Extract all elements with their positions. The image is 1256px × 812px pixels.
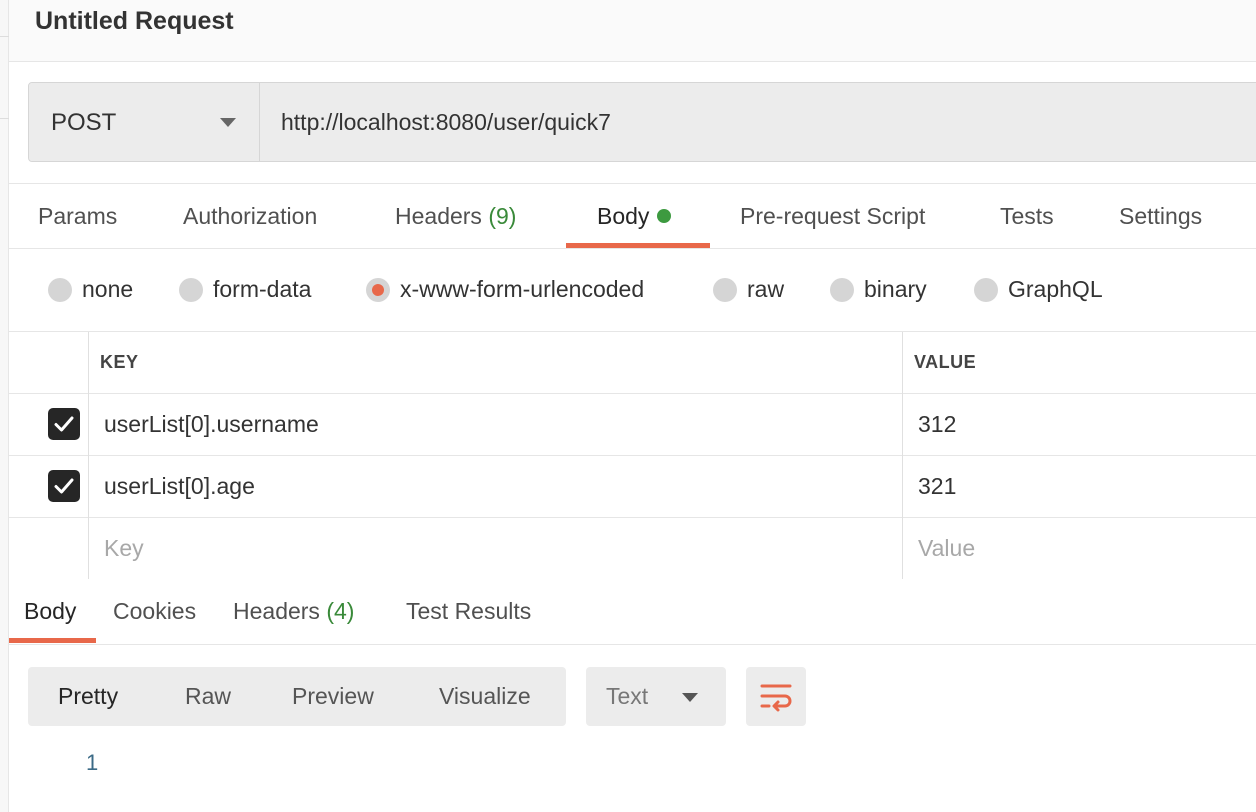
url-input[interactable] — [261, 83, 1256, 161]
key-cell[interactable]: userList[0].age — [104, 473, 255, 500]
table-row: userList[0].age 321 — [9, 456, 1256, 518]
wrap-lines-icon — [760, 684, 792, 712]
radio-label: binary — [864, 276, 927, 302]
checkmark-icon — [54, 416, 74, 432]
request-title[interactable]: Untitled Request — [35, 7, 234, 36]
column-divider — [88, 332, 89, 579]
chevron-down-icon — [682, 693, 698, 702]
key-column-header: KEY — [100, 352, 139, 372]
view-visualize-button[interactable]: Visualize — [439, 667, 531, 726]
chevron-down-icon — [220, 118, 236, 127]
tab-headers[interactable]: Headers (9) — [395, 184, 516, 248]
tab-label: Headers — [395, 203, 482, 229]
response-tab-cookies[interactable]: Cookies — [113, 579, 196, 643]
table-row: userList[0].username 312 — [9, 394, 1256, 456]
tab-tests[interactable]: Tests — [1000, 184, 1054, 248]
params-table: KEY VALUE userList[0].username 312 userL… — [9, 332, 1256, 579]
radio-label: x-www-form-urlencoded — [400, 276, 645, 302]
left-sidebar-edge — [0, 0, 9, 812]
radio-label: form-data — [213, 276, 312, 302]
method-label: POST — [51, 109, 117, 136]
column-divider — [902, 332, 903, 579]
view-pretty-button[interactable]: Pretty — [58, 667, 118, 726]
table-new-row: Key Value — [9, 518, 1256, 580]
radio-label: none — [82, 276, 134, 302]
status-dot-icon — [657, 209, 672, 223]
radio-icon — [974, 278, 998, 302]
row-enabled-checkbox[interactable] — [48, 408, 80, 440]
response-view-modes: Pretty Raw Preview Visualize — [28, 667, 566, 726]
value-column-header: VALUE — [914, 352, 977, 372]
radio-label: GraphQL — [1008, 276, 1103, 302]
response-headers-count: (4) — [326, 598, 355, 624]
line-number: 1 — [86, 750, 99, 775]
tab-label: Body — [597, 203, 650, 229]
radio-label: raw — [747, 276, 785, 302]
row-enabled-checkbox[interactable] — [48, 470, 80, 502]
key-cell[interactable]: userList[0].username — [104, 411, 319, 438]
value-cell[interactable]: 312 — [918, 411, 956, 438]
value-cell[interactable]: 321 — [918, 473, 956, 500]
request-tabs: Params Authorization Headers (9) Body Pr… — [9, 183, 1256, 249]
tab-params[interactable]: Params — [38, 184, 117, 248]
tab-label: Tests — [1000, 203, 1054, 229]
tab-pre-request-script[interactable]: Pre-request Script — [740, 184, 925, 248]
checkmark-icon — [54, 478, 74, 494]
radio-icon — [830, 278, 854, 302]
tab-label: Settings — [1119, 203, 1203, 229]
tab-label: Headers — [233, 598, 320, 624]
tab-authorization[interactable]: Authorization — [183, 184, 317, 248]
response-tabs: Body Cookies Headers (4) Test Results — [9, 579, 1256, 645]
response-tab-headers[interactable]: Headers (4) — [233, 579, 354, 643]
active-tab-indicator — [9, 638, 96, 643]
radio-icon — [179, 278, 203, 302]
body-type-options: none form-data x-www-form-urlencoded raw… — [9, 250, 1256, 332]
tab-label: Authorization — [183, 203, 318, 229]
headers-count: (9) — [488, 203, 517, 229]
method-select[interactable]: POST — [29, 83, 260, 161]
radio-icon — [48, 278, 72, 302]
tab-label: Body — [24, 598, 77, 624]
sidebar-divider — [0, 36, 9, 37]
tab-settings[interactable]: Settings — [1119, 184, 1202, 248]
key-input[interactable]: Key — [104, 535, 144, 562]
view-preview-button[interactable]: Preview — [292, 667, 374, 726]
view-raw-button[interactable]: Raw — [185, 667, 231, 726]
radio-icon — [713, 278, 737, 302]
sidebar-divider — [0, 118, 9, 119]
tab-label: Params — [38, 203, 118, 229]
active-tab-indicator — [566, 243, 710, 248]
tab-label: Test Results — [406, 598, 532, 624]
tab-body[interactable]: Body — [597, 184, 672, 248]
tab-label: Cookies — [113, 598, 197, 624]
request-header: Untitled Request — [9, 0, 1256, 62]
response-tab-test-results[interactable]: Test Results — [406, 579, 531, 643]
table-header-row: KEY VALUE — [9, 332, 1256, 394]
url-bar: POST — [28, 82, 1256, 162]
value-input[interactable]: Value — [918, 535, 975, 562]
response-tab-body[interactable]: Body — [24, 579, 76, 643]
wrap-lines-button[interactable] — [746, 667, 806, 726]
radio-selected-icon — [366, 278, 390, 302]
format-select[interactable]: Text — [586, 667, 726, 726]
tab-label: Pre-request Script — [740, 203, 926, 229]
format-label: Text — [606, 683, 649, 709]
